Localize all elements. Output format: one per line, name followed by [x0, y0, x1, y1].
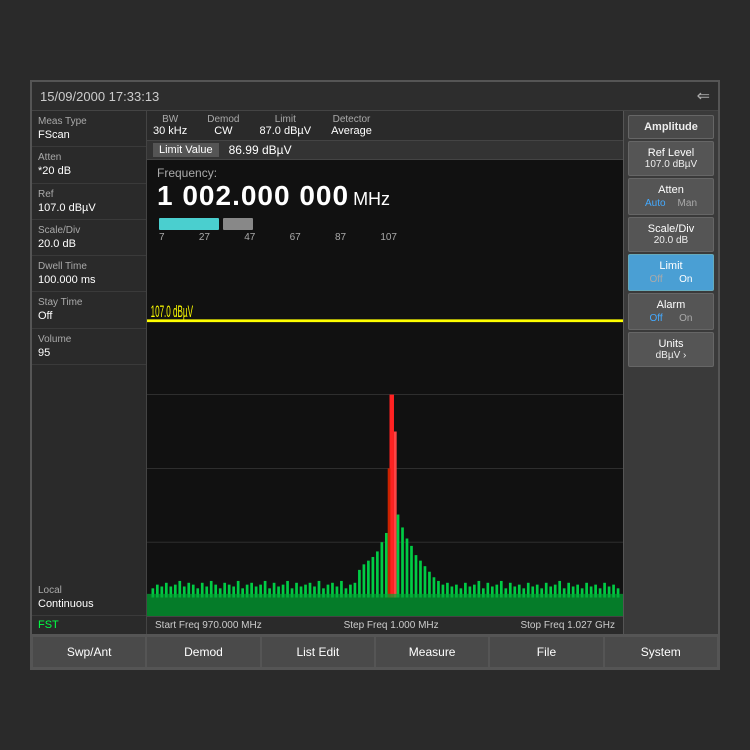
freq-info-bar: Start Freq 970.000 MHz Step Freq 1.000 M… [147, 616, 623, 634]
meas-type-item: Meas Type FScan [32, 111, 146, 147]
ref-item: Ref 107.0 dBµV [32, 184, 146, 220]
bottom-toolbar: Swp/Ant Demod List Edit Measure File Sys… [32, 634, 718, 668]
demod-info: Demod CW [207, 114, 239, 137]
left-sidebar: Meas Type FScan Atten *20 dB Ref 107.0 d… [32, 111, 147, 634]
scale-bar [153, 216, 617, 232]
frequency-display: Frequency: 1 002.000 000 MHz [147, 160, 623, 214]
main-area: Meas Type FScan Atten *20 dB Ref 107.0 d… [32, 111, 718, 634]
spectrum-svg: 107.0 dBµV [147, 247, 623, 616]
scale-teal [159, 218, 219, 230]
bw-info: BW 30 kHz [153, 114, 187, 137]
info-row: BW 30 kHz Demod CW Limit 87.0 dBµV Detec… [147, 111, 623, 141]
scale-div-btn[interactable]: Scale/Div 20.0 dB [628, 217, 714, 252]
detector-info: Detector Average [331, 114, 372, 137]
scale-div-item: Scale/Div 20.0 dB [32, 220, 146, 256]
svg-text:107.0 dBµV: 107.0 dBµV [151, 302, 194, 321]
mode-item: Local Continuous [32, 580, 146, 616]
demod-button[interactable]: Demod [146, 636, 260, 668]
datetime-label: 15/09/2000 17:33:13 [40, 89, 159, 104]
scale-ticks: 7 27 47 67 87 107 [153, 232, 403, 245]
amplitude-header: Amplitude [628, 115, 714, 139]
limit-btn[interactable]: Limit Off On [628, 254, 714, 291]
system-button[interactable]: System [604, 636, 718, 668]
fst-label: FST [32, 616, 146, 634]
file-button[interactable]: File [489, 636, 603, 668]
limit-value-row: Limit Value 86.99 dBµV [147, 141, 623, 160]
right-sidebar: Amplitude Ref Level 107.0 dBµV Atten Aut… [623, 111, 718, 634]
measure-button[interactable]: Measure [375, 636, 489, 668]
center-screen: BW 30 kHz Demod CW Limit 87.0 dBµV Detec… [147, 111, 623, 634]
amplitude-scale-area: 7 27 47 67 87 107 Amplitude: 36.6 dBµV F… [147, 214, 623, 247]
scale-gray [223, 218, 253, 230]
arrow-icon: ⇐ [697, 86, 710, 106]
spectrum-area: 107.0 dBµV [147, 247, 623, 616]
instrument-panel: 15/09/2000 17:33:13 ⇐ Meas Type FScan At… [30, 80, 720, 670]
list-edit-button[interactable]: List Edit [261, 636, 375, 668]
ref-level-btn[interactable]: Ref Level 107.0 dBµV [628, 141, 714, 176]
atten-btn[interactable]: Atten Auto Man [628, 178, 714, 215]
volume-item: Volume 95 [32, 329, 146, 365]
stay-time-item: Stay Time Off [32, 292, 146, 328]
atten-item: Atten *20 dB [32, 147, 146, 183]
alarm-btn[interactable]: Alarm Off On [628, 293, 714, 330]
limit-info: Limit 87.0 dBµV [260, 114, 312, 137]
dwell-time-item: Dwell Time 100.000 ms [32, 256, 146, 292]
top-bar: 15/09/2000 17:33:13 ⇐ [32, 82, 718, 111]
units-btn[interactable]: Units dBµV › [628, 332, 714, 367]
swp-ant-button[interactable]: Swp/Ant [32, 636, 146, 668]
